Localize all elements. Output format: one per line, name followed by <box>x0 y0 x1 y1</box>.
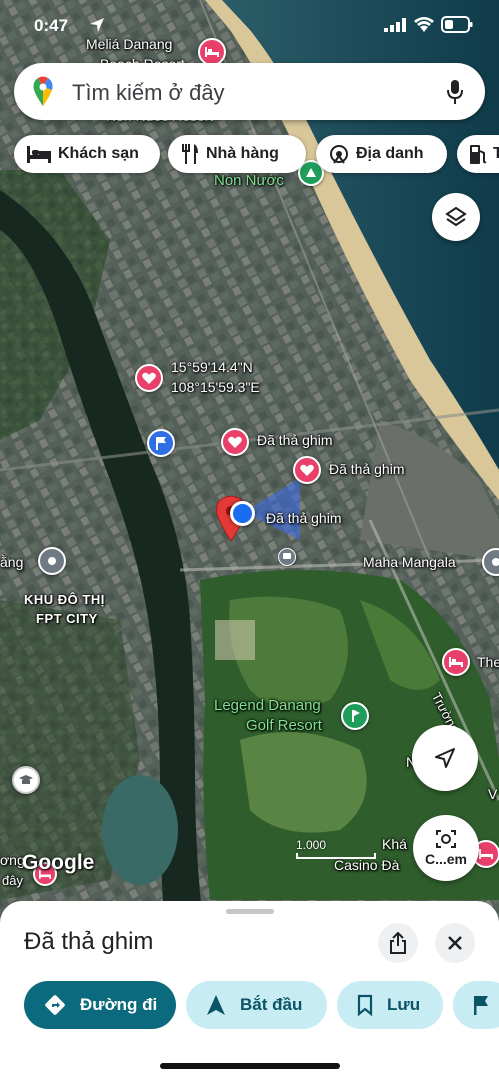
dropped-pin-label-2: Đã thả ghim <box>329 461 405 477</box>
sheet-title: Đã thả ghim <box>24 928 154 955</box>
camera-button-label: C...em <box>424 851 467 867</box>
bed-icon <box>205 47 219 57</box>
coords-lat-label: 15°59'14.4"N <box>171 359 253 375</box>
navigate-icon <box>207 995 225 1015</box>
label-flag-button[interactable] <box>453 981 499 1029</box>
flag-icon <box>474 996 488 1015</box>
place-label-non-nuoc: Non Nước <box>214 172 284 189</box>
heart-icon <box>142 372 156 384</box>
camera-icon <box>436 830 456 848</box>
golf-label-2: Golf Resort <box>246 717 322 734</box>
close-button[interactable] <box>435 923 475 963</box>
my-location-dot <box>230 501 255 526</box>
start-label: Bắt đầu <box>240 995 303 1014</box>
chip-landmarks-label: Địa danh <box>356 145 424 162</box>
wifi-icon <box>414 17 434 32</box>
microphone-icon[interactable] <box>446 79 464 105</box>
search-bar[interactable]: Tìm kiếm ở đây <box>14 63 485 120</box>
save-label: Lưu <box>387 995 421 1014</box>
golf-icon <box>352 710 360 722</box>
saved-pin-1[interactable] <box>221 428 249 456</box>
share-button[interactable] <box>378 923 418 963</box>
battery-icon <box>441 16 473 33</box>
search-input[interactable]: Tìm kiếm ở đây <box>72 80 225 106</box>
directions-button[interactable]: Đường đi <box>24 981 176 1029</box>
recenter-button[interactable] <box>412 725 478 791</box>
share-icon <box>390 932 406 954</box>
flag-icon <box>156 437 166 450</box>
status-time: 0:47 <box>34 16 69 35</box>
chip-gas[interactable]: T <box>457 135 499 173</box>
place-label-lang: ằng <box>0 554 24 570</box>
location-arrow-icon <box>90 18 104 32</box>
place-bottom-sheet[interactable]: Đã thả ghim Đường đi Bắt đầu Lưu <box>0 901 499 1080</box>
bus-icon <box>283 553 291 559</box>
chip-restaurants[interactable]: Nhà hàng <box>168 135 306 173</box>
bookmark-icon <box>357 994 373 1016</box>
hotel-pin[interactable] <box>198 38 226 66</box>
bed-icon <box>479 849 493 859</box>
place-icon <box>48 557 56 565</box>
dropped-pin-label-1: Đã thả ghim <box>257 432 333 448</box>
maps-pin-logo-icon <box>33 76 53 106</box>
scale-label: 1.000 <box>296 838 327 852</box>
golf-label-1: Legend Danang <box>214 697 321 714</box>
status-bar: 0:47 <box>0 12 499 42</box>
bed-icon <box>27 146 51 163</box>
layers-icon <box>445 206 467 227</box>
scale-bar: 1.000 <box>296 838 376 859</box>
place-label-day: đây <box>2 873 23 888</box>
save-button[interactable]: Lưu <box>337 981 443 1029</box>
place-pin-left[interactable] <box>38 547 66 575</box>
poi-label-kha: Khá <box>382 836 407 852</box>
school-pin[interactable] <box>12 766 40 794</box>
chip-landmarks[interactable]: Địa danh <box>316 135 447 173</box>
district-label-1: KHU ĐÔ THỊ <box>24 592 105 607</box>
restaurant-icon <box>182 144 198 164</box>
chip-gas-label: T <box>493 145 499 162</box>
bus-stop-pin[interactable] <box>278 548 296 566</box>
flag-pin[interactable] <box>147 429 175 457</box>
home-indicator[interactable] <box>160 1063 340 1069</box>
navigation-arrow-icon <box>435 748 455 768</box>
chip-restaurants-label: Nhà hàng <box>206 145 279 162</box>
place-label-maha: Maha Mangala <box>363 554 456 570</box>
start-button[interactable]: Bắt đầu <box>186 981 327 1029</box>
bed-icon <box>449 657 463 667</box>
school-icon <box>19 775 33 784</box>
directions-icon <box>45 995 65 1015</box>
directions-label: Đường đi <box>80 995 158 1014</box>
gas-station-icon <box>470 145 487 164</box>
golf-pin[interactable] <box>341 702 369 730</box>
heart-icon <box>228 436 242 448</box>
google-logo: Google <box>22 851 95 874</box>
poi-label-v: V <box>488 786 498 802</box>
poi-label-the: The <box>477 654 499 670</box>
chip-hotels[interactable]: Khách sạn <box>14 135 160 173</box>
signal-icon <box>384 18 406 32</box>
dropped-pin-label-3: Đã thả ghim <box>266 510 342 526</box>
saved-pin-coords[interactable] <box>135 364 163 392</box>
landmark-icon <box>306 168 316 177</box>
district-label-2: FPT CITY <box>36 611 98 626</box>
chip-hotels-label: Khách sạn <box>58 145 139 162</box>
lens-camera-button[interactable]: C...em <box>413 815 479 881</box>
coords-lng-label: 108°15'59.3"E <box>171 379 260 395</box>
heart-icon <box>300 464 314 476</box>
saved-pin-2[interactable] <box>293 456 321 484</box>
close-icon <box>448 936 462 950</box>
layers-button[interactable] <box>432 193 480 241</box>
poi-label-casino: Casino Đà <box>334 857 400 873</box>
hotel-pin-2[interactable] <box>442 648 470 676</box>
place-icon <box>492 558 499 566</box>
landmark-icon <box>330 145 348 164</box>
sheet-drag-handle[interactable] <box>226 909 274 914</box>
